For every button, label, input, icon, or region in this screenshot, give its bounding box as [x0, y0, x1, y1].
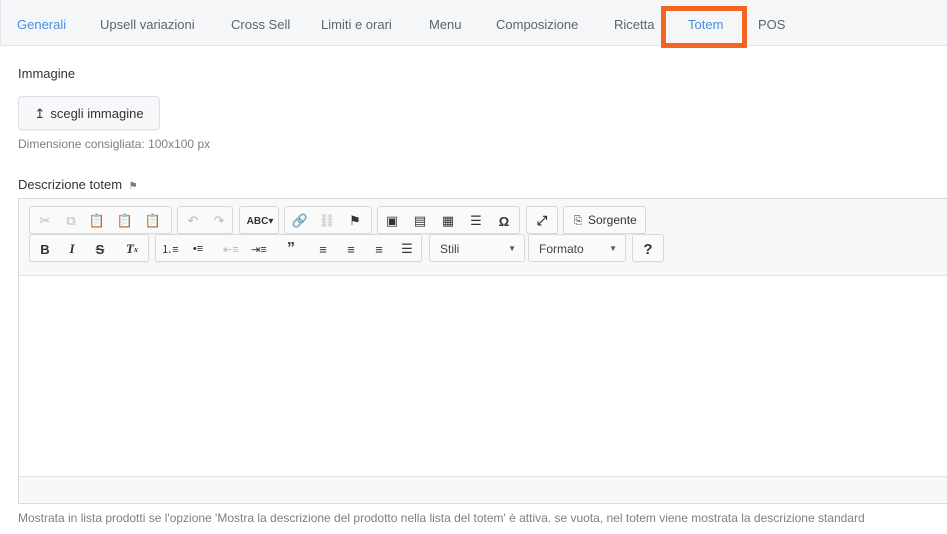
unlink-icon[interactable]: ⛓ [316, 210, 338, 232]
tab-limiti-e-orari[interactable]: Limiti e orari [321, 0, 392, 46]
basic-styles-group: B I S Tx [29, 234, 149, 262]
cut-icon[interactable]: ✂ [34, 210, 56, 232]
tab-pos[interactable]: POS [758, 0, 785, 46]
align-right-icon[interactable]: ≡ [368, 238, 390, 260]
rich-text-editor: ✂ ⧉ 📋 📋 📋 ↶ ↷ ABC▾ 🔗 ⛓ ⚑ ▣ ▤ ▦ ☰ Ω ⤢ ⎘ S… [18, 198, 947, 504]
clipboard-group: ✂ ⧉ 📋 📋 📋 [29, 206, 172, 234]
editor-content-area[interactable] [19, 275, 947, 477]
styles-select-value: Stili [440, 242, 460, 256]
copy-icon[interactable]: ⧉ [60, 210, 82, 232]
chevron-down-icon: ▼ [609, 244, 617, 253]
paste-word-icon[interactable]: 📋 [142, 210, 164, 232]
align-justify-icon[interactable]: ☰ [396, 238, 418, 260]
tab-bar: Generali Upsell variazioni Cross Sell Li… [0, 0, 947, 46]
format-select-value: Formato [539, 242, 584, 256]
horizontal-rule-icon[interactable]: ☰ [465, 210, 487, 232]
undo-icon[interactable]: ↶ [182, 210, 204, 232]
spellcheck-group: ABC▾ [239, 206, 279, 234]
link-icon[interactable]: 🔗 [289, 210, 311, 232]
flag-icon: ⚑ [128, 181, 138, 192]
tab-generali[interactable]: Generali [17, 0, 66, 46]
format-select[interactable]: Formato ▼ [528, 234, 626, 262]
upload-icon: ↥ [34, 106, 46, 121]
tab-menu[interactable]: Menu [429, 0, 462, 46]
description-label-text: Descrizione totem [18, 177, 123, 192]
remove-format-icon[interactable]: Tx [121, 238, 143, 260]
paste-text-icon[interactable]: 📋 [114, 210, 136, 232]
spellcheck-icon[interactable]: ABC▾ [244, 210, 276, 232]
tab-totem[interactable]: Totem [688, 0, 723, 46]
image-size-hint: Dimensione consigliata: 100x100 px [18, 137, 211, 151]
description-footer-hint: Mostrata in lista prodotti se l'opzione … [18, 511, 865, 525]
maximize-icon[interactable]: ⤢ [531, 210, 553, 232]
special-char-icon[interactable]: Ω [493, 210, 515, 232]
source-label: Sorgente [588, 213, 637, 227]
help-button[interactable]: ? [632, 234, 664, 262]
numbered-list-icon[interactable]: ⒈≡ [159, 238, 181, 260]
paste-icon[interactable]: 📋 [86, 210, 108, 232]
source-button[interactable]: ⎘ Sorgente [563, 206, 646, 234]
bold-icon[interactable]: B [34, 238, 56, 260]
anchor-flag-icon[interactable]: ⚑ [344, 210, 366, 232]
tab-ricetta[interactable]: Ricetta [614, 0, 654, 46]
help-icon: ? [643, 240, 653, 258]
bulleted-list-icon[interactable]: •≡ [187, 238, 209, 260]
choose-image-button[interactable]: ↥ scegli immagine [18, 96, 160, 130]
tab-upsell-variazioni[interactable]: Upsell variazioni [100, 0, 195, 46]
tab-composizione[interactable]: Composizione [496, 0, 578, 46]
insert-media-icon[interactable]: ▤ [409, 210, 431, 232]
chevron-down-icon: ▼ [508, 244, 516, 253]
strike-icon[interactable]: S [89, 238, 111, 260]
table-icon[interactable]: ▦ [437, 210, 459, 232]
insert-group: ▣ ▤ ▦ ☰ Ω [377, 206, 520, 234]
choose-image-label: scegli immagine [50, 106, 144, 121]
blockquote-icon[interactable]: ” [280, 238, 302, 260]
italic-icon[interactable]: I [61, 238, 83, 260]
source-icon: ⎘ [573, 214, 583, 227]
styles-select[interactable]: Stili ▼ [429, 234, 525, 262]
indent-icon[interactable]: ⇥≡ [248, 238, 270, 260]
undo-group: ↶ ↷ [177, 206, 233, 234]
tab-cross-sell[interactable]: Cross Sell [231, 0, 290, 46]
align-left-icon[interactable]: ≡ [312, 238, 334, 260]
image-label: Immagine [18, 66, 76, 81]
align-center-icon[interactable]: ≡ [340, 238, 362, 260]
link-group: 🔗 ⛓ ⚑ [284, 206, 372, 234]
outdent-icon[interactable]: ⇤≡ [220, 238, 242, 260]
image-icon[interactable]: ▣ [381, 210, 403, 232]
paragraph-group: ⒈≡ •≡ ⇤≡ ⇥≡ ” ≡ ≡ ≡ ☰ [155, 234, 422, 262]
redo-icon[interactable]: ↷ [208, 210, 230, 232]
description-label: Descrizione totem ⚑ [18, 177, 138, 192]
maximize-group: ⤢ [526, 206, 558, 234]
